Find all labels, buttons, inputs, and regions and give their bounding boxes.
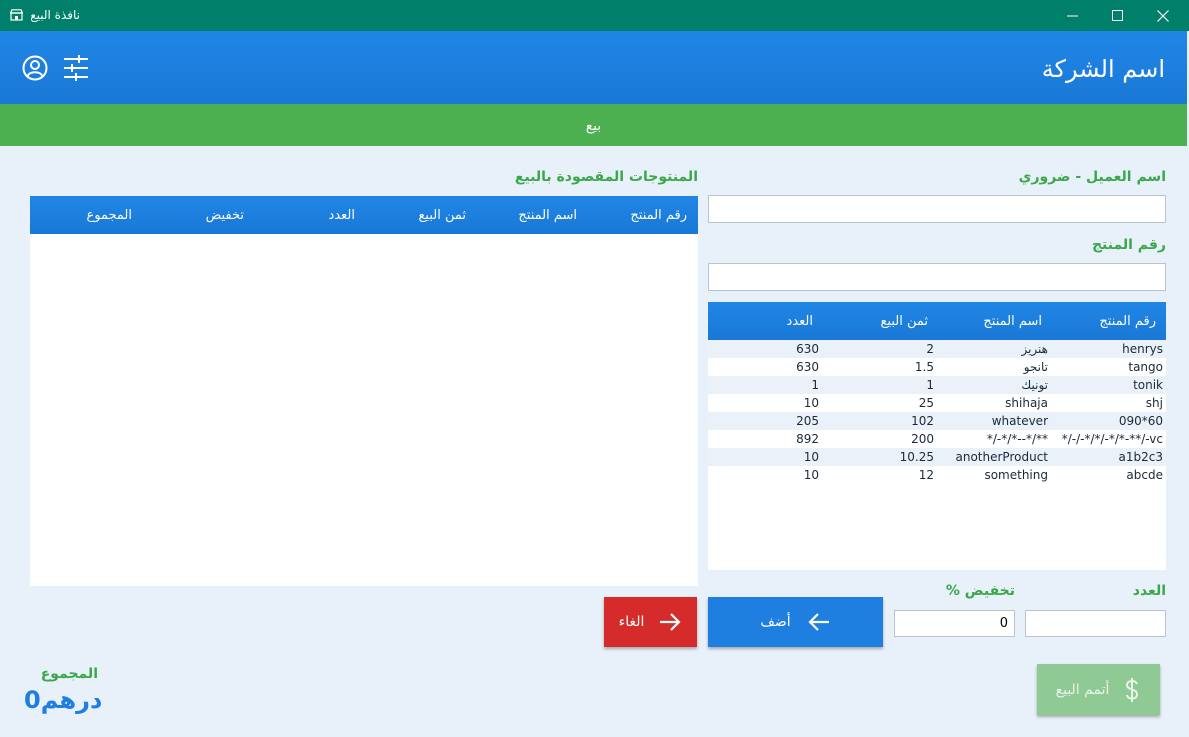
table-cell: henrys [1122,342,1163,356]
table-row[interactable]: abcde something 12 10 [708,466,1166,484]
table-cell: tango [1128,360,1163,374]
table-cell: a1b2c3 [1118,450,1163,464]
table-cell: 630 [796,360,819,374]
table-cell: 630 [796,342,819,356]
products-table-header: رقم المنتج اسم المنتج ثمن البيع العدد [708,302,1166,340]
table-cell: 200 [911,432,934,446]
table-row[interactable]: a1b2c3 anotherProduct 10.25 10 [708,448,1166,466]
maximize-button[interactable] [1094,0,1140,31]
table-cell: 10 [803,468,819,482]
table-cell: */-/-*/*/-*/*-**/-vc [1061,432,1163,446]
table-cell: tonik [1133,378,1163,392]
total-currency: درهم [40,686,103,714]
table-cell: 102 [911,414,934,428]
finish-sale-button[interactable]: أتمم البيع [1037,664,1160,715]
table-cell: 892 [796,432,819,446]
table-cell: shj [1145,396,1163,410]
column-header[interactable]: العدد [787,314,813,329]
table-cell: 10.25 [899,450,934,464]
table-row[interactable]: shj shihaja 25 10 [708,394,1166,412]
discount-input[interactable] [894,610,1015,637]
table-cell: 1 [811,378,819,392]
column-header[interactable]: رقم المنتج [630,208,687,223]
company-name: اسم الشركة [1041,55,1165,83]
column-header[interactable]: اسم المنتج [983,314,1042,329]
product-code-input[interactable] [708,263,1166,291]
table-cell: 205 [796,414,819,428]
add-button[interactable]: أضف [708,597,883,647]
table-cell: تانجو [1023,360,1048,374]
table-cell: 090*60 [1118,414,1163,428]
close-button[interactable] [1140,0,1186,31]
discount-label: تخفيض % [945,583,1015,599]
quantity-input[interactable] [1025,610,1166,637]
total-value: 0 [24,686,41,714]
cancel-button-label: الغاء [618,614,645,630]
table-cell: 2 [926,342,934,356]
section-title: بيع [585,118,602,134]
cancel-button[interactable]: الغاء [604,597,697,647]
dollar-icon [1126,677,1139,702]
total-amount: درهم0 [24,686,110,714]
column-header[interactable]: المجموع [87,208,132,223]
table-cell: 1.5 [914,360,934,374]
table-cell: shihaja [1005,396,1048,410]
products-table[interactable]: رقم المنتج اسم المنتج ثمن البيع العدد he… [708,302,1166,570]
table-row[interactable]: tango تانجو 1.5 630 [708,358,1166,376]
finish-sale-label: أتمم البيع [1055,681,1110,698]
total-label: المجموع [40,666,98,682]
arrow-left-icon [808,613,829,631]
table-cell: abcde [1126,468,1163,482]
table-cell: تونيك [1021,378,1048,392]
table-row[interactable]: tonik تونيك 1 1 [708,376,1166,394]
table-cell: whatever [991,414,1048,428]
product-code-label: رقم المنتج [1091,237,1166,253]
table-row[interactable]: 090*60 whatever 102 205 [708,412,1166,430]
products-table-body: henrys هنريز 2 630 tango تانجو 1.5 630 tonik توني… [708,340,1166,484]
table-cell: 1 [926,378,934,392]
cart-table-header: رقم المنتج اسم المنتج ثمن البيع العدد تخ… [30,196,698,234]
table-cell: 10 [803,450,819,464]
column-header[interactable]: ثمن البيع [419,208,467,223]
account-circle-icon[interactable] [21,54,49,82]
cart-table[interactable]: رقم المنتج اسم المنتج ثمن البيع العدد تخ… [30,196,698,586]
maximize-icon [1111,10,1123,21]
table-cell: هنريز [1021,342,1048,356]
table-cell: something [984,468,1048,482]
app-header: اسم الشركة [0,31,1187,104]
table-row[interactable]: */-/-*/*/-*/*-**/-vc */-*/*--*/** 200 892 [708,430,1166,448]
customer-label: اسم العميل - ضروري [1018,169,1166,185]
settings-sliders-icon[interactable] [62,54,90,82]
cart-title: المنتوجات المقصودة بالبيع [514,169,698,185]
table-cell: anotherProduct [955,450,1049,464]
table-cell: 25 [918,396,934,410]
minimize-button[interactable] [1049,0,1095,31]
table-cell: 10 [803,396,819,410]
table-cell: */-*/*--*/** [986,432,1048,446]
minimize-icon [1066,15,1078,17]
window-title: نافذة البيع [30,8,80,22]
add-button-label: أضف [760,614,791,630]
column-header[interactable]: العدد [329,208,355,223]
column-header[interactable]: ثمن البيع [881,314,929,329]
column-header[interactable]: اسم المنتج [518,208,577,223]
column-header[interactable]: تخفيض [206,208,244,223]
customer-name-input[interactable] [708,195,1166,223]
close-icon [1157,9,1169,22]
store-icon [10,9,23,21]
arrow-right-icon [660,613,681,631]
section-bar: بيع [0,104,1187,146]
quantity-label: العدد [1132,583,1166,599]
title-bar: نافذة البيع [0,0,1189,31]
table-cell: 12 [918,468,934,482]
column-header[interactable]: رقم المنتج [1099,314,1156,329]
table-row[interactable]: henrys هنريز 2 630 [708,340,1166,358]
